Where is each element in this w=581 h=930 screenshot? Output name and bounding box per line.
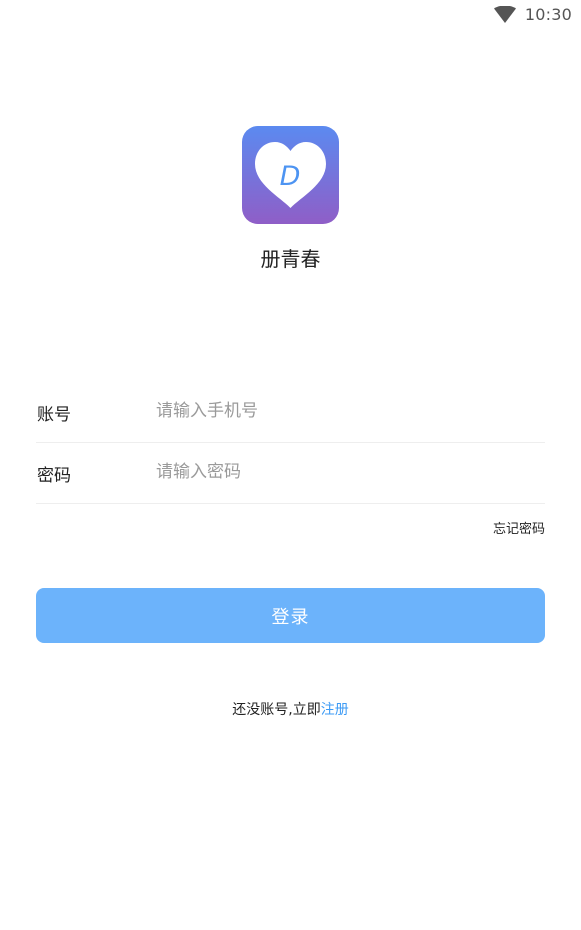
forgot-password-link[interactable]: 忘记密码 [493,518,545,537]
account-row: 账号 [36,381,545,443]
heart-logo-icon: D [242,126,339,224]
wifi-icon [493,5,516,24]
register-prompt: 还没账号,立即注册 [0,699,581,719]
password-input[interactable] [156,456,536,488]
status-bar: 10:30 [0,0,581,32]
logo-letter: D [280,161,301,192]
app-name: 册青春 [260,247,321,271]
register-prompt-text: 还没账号,立即 [232,702,321,718]
register-link[interactable]: 注册 [321,702,349,718]
login-button[interactable]: 登录 [36,588,545,643]
phone-input[interactable] [156,395,536,427]
status-indicators: 10:30 [493,5,572,24]
status-time: 10:30 [524,5,572,24]
account-label: 账号 [37,405,71,425]
password-row: 密码 [36,442,545,504]
app-logo: D [242,126,339,224]
password-label: 密码 [37,466,71,486]
